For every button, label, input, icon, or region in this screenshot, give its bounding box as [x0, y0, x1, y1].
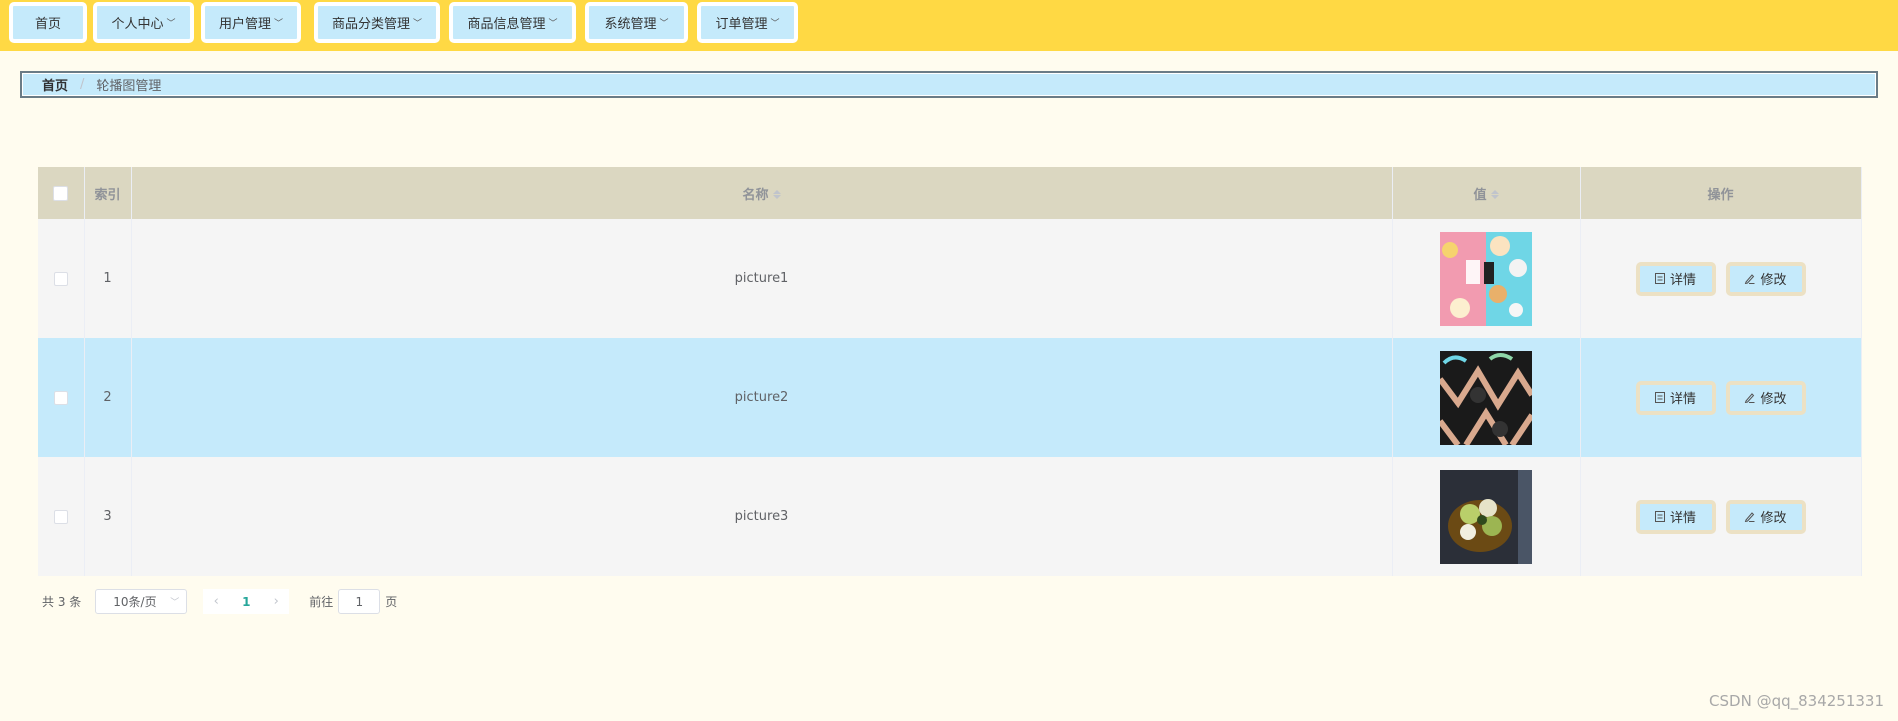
carousel-image-thumbnail[interactable] — [1440, 350, 1532, 445]
actions-cell: 详情 修改 — [1580, 219, 1862, 338]
detail-button-label: 详情 — [1669, 511, 1696, 526]
nav-product-management[interactable]: 商品信息管理 ﹀ — [449, 2, 576, 43]
edit-icon — [1745, 512, 1755, 522]
edit-icon — [1745, 393, 1755, 403]
top-nav-bar: 首页 个人中心 ﹀ 用户管理 ﹀ 商品分类管理 ﹀ 商品信息管理 ﹀ 系统管理 ﹀ 订单管… — [0, 0, 1898, 51]
nav-order-management[interactable]: 订单管理 ﹀ — [697, 2, 798, 43]
nav-user-management[interactable]: 用户管理 ﹀ — [201, 2, 301, 43]
document-icon — [1654, 273, 1665, 284]
nav-label: 用户管理 — [218, 17, 271, 32]
nav-label: 订单管理 — [715, 17, 768, 32]
table-row: 3 picture3 详情 修改 — [38, 457, 1862, 576]
value-cell — [1392, 338, 1581, 457]
actions-cell: 详情 修改 — [1580, 338, 1862, 457]
pagination: 共 3 条 10条/页 ﹀ ‹ 1 › 前往 页 — [42, 588, 397, 615]
nav-category-management[interactable]: 商品分类管理 ﹀ — [314, 2, 440, 43]
edit-button[interactable]: 修改 — [1725, 499, 1806, 534]
detail-button[interactable]: 详情 — [1635, 499, 1716, 534]
carousel-image-thumbnail[interactable] — [1440, 231, 1532, 326]
chevron-down-icon: ﹀ — [770, 19, 780, 29]
chevron-down-icon: ﹀ — [166, 19, 176, 29]
nav-label: 系统管理 — [604, 17, 657, 32]
document-icon — [1654, 392, 1665, 403]
row-checkbox[interactable] — [53, 509, 68, 524]
watermark: CSDN @qq_834251331 — [1709, 692, 1884, 710]
chevron-down-icon: ﹀ — [548, 19, 558, 29]
select-all-cell — [38, 167, 85, 219]
header-label: 值 — [1473, 187, 1487, 203]
column-header-name[interactable]: 名称 — [131, 167, 1393, 219]
next-page-button[interactable]: › — [263, 589, 290, 614]
carousel-table: 索引 名称 值 操作 1 picture1 详情 修改 2 picture2 详… — [38, 167, 1862, 576]
edit-button[interactable]: 修改 — [1725, 261, 1806, 296]
chevron-down-icon: ﹀ — [274, 19, 284, 29]
edit-button-label: 修改 — [1760, 511, 1787, 526]
nav-label: 个人中心 — [111, 17, 164, 32]
page-number-current[interactable]: 1 — [229, 589, 264, 614]
prev-page-button[interactable]: ‹ — [203, 589, 230, 614]
column-header-value[interactable]: 值 — [1392, 167, 1581, 219]
row-select-cell — [38, 338, 85, 457]
index-cell: 2 — [84, 338, 132, 457]
nav-system-management[interactable]: 系统管理 ﹀ — [585, 2, 688, 43]
column-header-actions: 操作 — [1580, 167, 1862, 219]
nav-personal-center[interactable]: 个人中心 ﹀ — [93, 2, 194, 43]
column-header-index: 索引 — [84, 167, 132, 219]
header-label: 索引 — [94, 187, 121, 203]
actions-cell: 详情 修改 — [1580, 457, 1862, 576]
breadcrumb-home[interactable]: 首页 — [42, 75, 68, 94]
breadcrumb-current: 轮播图管理 — [96, 79, 162, 94]
goto-page-input[interactable] — [338, 589, 381, 614]
row-checkbox[interactable] — [53, 390, 68, 405]
sort-icon[interactable] — [1490, 189, 1499, 201]
edit-button[interactable]: 修改 — [1725, 380, 1806, 415]
breadcrumb: 首页 / 轮播图管理 — [20, 71, 1878, 98]
select-all-checkbox[interactable] — [53, 185, 69, 201]
row-checkbox[interactable] — [53, 271, 68, 286]
detail-button-label: 详情 — [1669, 273, 1696, 288]
name-cell: picture1 — [131, 219, 1393, 338]
goto-label: 前往 — [309, 595, 334, 609]
edit-button-label: 修改 — [1760, 392, 1787, 407]
row-select-cell — [38, 219, 85, 338]
nav-label: 商品信息管理 — [467, 17, 546, 32]
header-label: 名称 — [742, 187, 769, 203]
chevron-down-icon: ﹀ — [170, 598, 180, 608]
table-header-row: 索引 名称 值 操作 — [38, 167, 1862, 219]
nav-label: 首页 — [34, 17, 61, 32]
nav-label: 商品分类管理 — [331, 17, 410, 32]
breadcrumb-separator: / — [80, 77, 85, 92]
table-row: 1 picture1 详情 修改 — [38, 219, 1862, 338]
document-icon — [1654, 511, 1665, 522]
value-cell — [1392, 457, 1581, 576]
value-cell — [1392, 219, 1581, 338]
chevron-down-icon: ﹀ — [659, 19, 669, 29]
page-suffix: 页 — [385, 595, 398, 609]
sort-icon[interactable] — [772, 189, 781, 201]
header-label: 操作 — [1707, 187, 1734, 203]
index-cell: 1 — [84, 219, 132, 338]
carousel-image-thumbnail[interactable] — [1440, 469, 1532, 564]
table-row: 2 picture2 详情 修改 — [38, 338, 1862, 457]
detail-button[interactable]: 详情 — [1635, 380, 1716, 415]
page-size-value: 10条/页 — [113, 595, 157, 609]
chevron-down-icon: ﹀ — [413, 19, 423, 29]
detail-button[interactable]: 详情 — [1635, 261, 1716, 296]
edit-button-label: 修改 — [1760, 273, 1787, 288]
index-cell: 3 — [84, 457, 132, 576]
detail-button-label: 详情 — [1669, 392, 1696, 407]
name-cell: picture3 — [131, 457, 1393, 576]
page-size-select[interactable]: 10条/页 ﹀ — [95, 589, 188, 614]
nav-home[interactable]: 首页 — [9, 2, 87, 43]
edit-icon — [1745, 274, 1755, 284]
name-cell: picture2 — [131, 338, 1393, 457]
total-count: 共 3 条 — [42, 595, 82, 609]
row-select-cell — [38, 457, 85, 576]
